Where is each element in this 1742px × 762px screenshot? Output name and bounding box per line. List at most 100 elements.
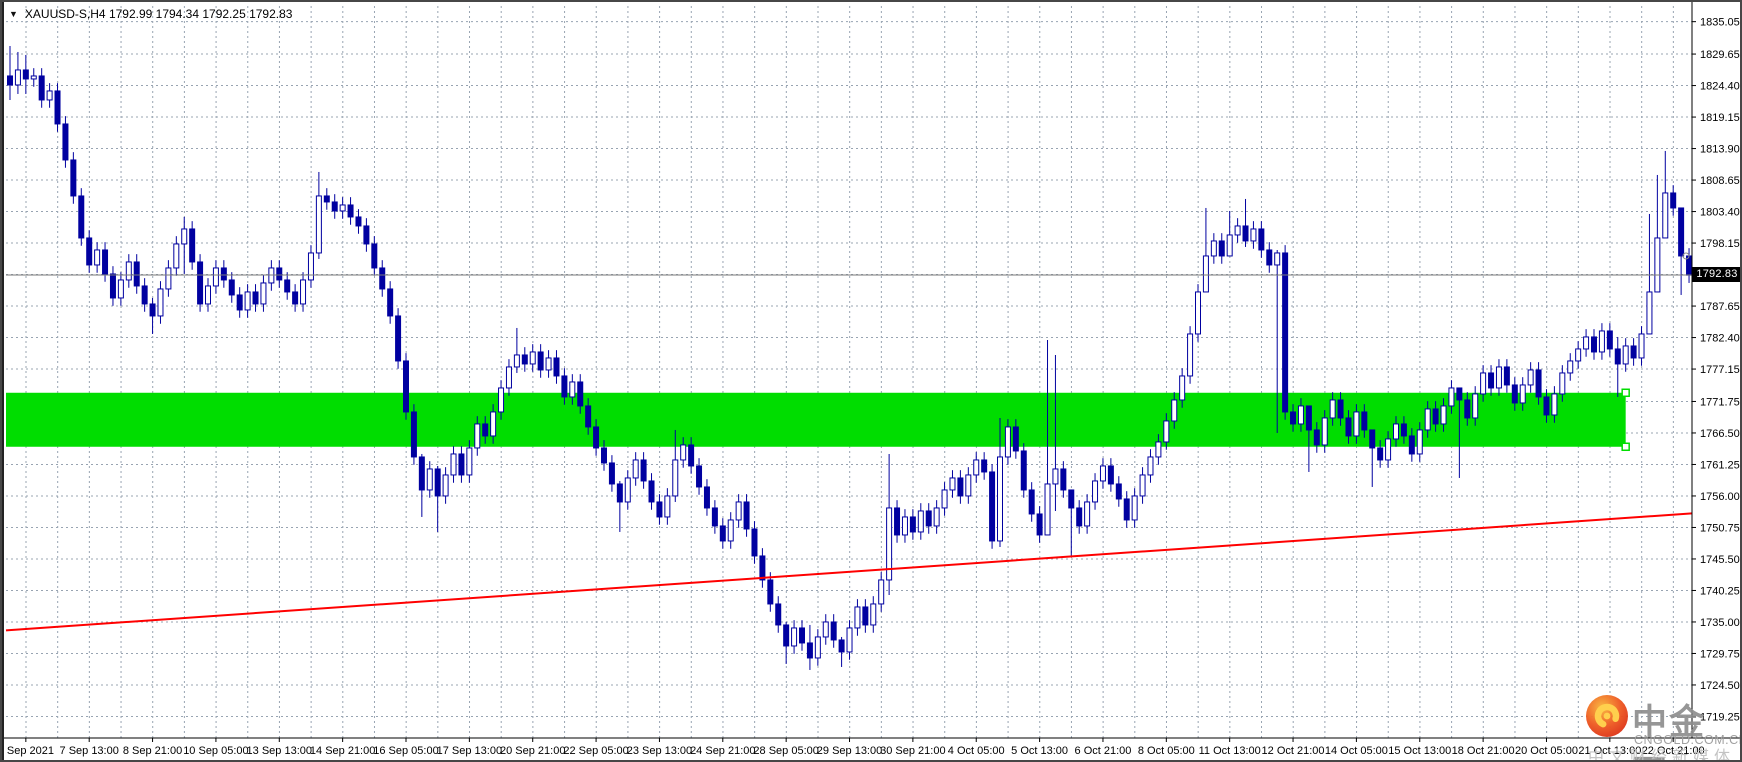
candle-body [173, 243, 180, 269]
candle-body [1591, 336, 1597, 353]
time-axis-label: 28 Sep 05:00 [753, 745, 818, 757]
candle-body [1614, 348, 1621, 365]
candle-body [973, 459, 980, 476]
candle-body [529, 351, 536, 365]
candle-body [1535, 369, 1542, 398]
candle-body [513, 354, 520, 368]
price-axis-label: 1724.50 [1700, 680, 1740, 692]
candle-body [601, 447, 607, 464]
candle-body [410, 411, 417, 458]
candle-body [62, 123, 69, 161]
candle-body [577, 381, 584, 407]
candle-body [7, 75, 13, 86]
candle-body [1242, 225, 1249, 242]
candle-body [1400, 423, 1407, 437]
price-axis-label: 1813.90 [1700, 144, 1740, 156]
candle-body [46, 90, 53, 101]
candle-body [403, 360, 409, 413]
candle-body [925, 510, 932, 527]
candle-body [181, 228, 188, 245]
candle-body [1440, 405, 1447, 425]
candle-body [735, 501, 742, 521]
candle-body [205, 285, 211, 305]
candle-body [474, 423, 481, 449]
time-axis-label: 30 Sep 21:00 [880, 745, 945, 757]
candle-body [1012, 426, 1019, 452]
candle-body [244, 291, 251, 311]
candle-body [323, 195, 330, 203]
current-price-tag: 1792.83 [1692, 267, 1740, 283]
price-axis-label: 1777.15 [1700, 364, 1740, 376]
price-axis-label: 1756.00 [1700, 491, 1740, 503]
candle-body [157, 288, 164, 317]
candle-body [917, 510, 924, 533]
time-axis-label: 10 Sep 05:00 [183, 745, 248, 757]
candle-body [585, 405, 592, 428]
candle-body [141, 285, 148, 305]
candle-body [909, 516, 916, 533]
candle-body [822, 621, 829, 638]
candle-body [426, 468, 433, 491]
candle-body [640, 459, 647, 482]
candle-body [1305, 405, 1312, 431]
candle-body [78, 195, 85, 239]
time-axis-label: 15 Oct 13:00 [1388, 745, 1451, 757]
symbol-dropdown-arrow[interactable]: ▼ [9, 9, 18, 19]
candle-body [220, 267, 227, 281]
price-axis-label: 1729.75 [1700, 648, 1740, 660]
candle-body [1361, 411, 1368, 431]
candlestick-chart-canvas[interactable]: 1835.05 1829.65 1824.40 1819.15 1813.90 1808.… [2, 2, 1742, 762]
candle-body [791, 627, 798, 647]
candle-body [212, 267, 219, 287]
candle-body [331, 201, 338, 212]
candle-body [70, 159, 77, 197]
candle-body [1171, 399, 1178, 422]
candle-body [719, 525, 726, 542]
price-axis-label: 1740.25 [1700, 585, 1740, 597]
candle-body [149, 303, 156, 317]
candle-body [1297, 405, 1304, 425]
candle-body [561, 375, 568, 398]
candle-body [656, 501, 663, 518]
candle-body [1274, 252, 1281, 266]
candle-body [1226, 234, 1233, 257]
candle-body [1028, 489, 1035, 515]
candle-body [458, 453, 465, 476]
candle-body [1179, 375, 1186, 401]
candle-body [901, 516, 908, 536]
candle-body [450, 453, 457, 476]
candle-body [1670, 192, 1677, 209]
candle-body [1488, 372, 1495, 389]
candle-body [878, 579, 885, 605]
trendline[interactable] [5, 512, 1693, 632]
candle-body [569, 381, 576, 398]
price-axis-label: 1771.75 [1700, 396, 1740, 408]
selection-handle[interactable] [1621, 388, 1630, 398]
selection-handle[interactable] [1621, 442, 1630, 452]
support-zone-rectangle[interactable] [6, 392, 1626, 447]
time-axis-label: 6 Sep 2021 [2, 745, 54, 757]
candle-body [339, 204, 346, 212]
candle-body [133, 261, 140, 287]
candle-body [300, 279, 307, 305]
candle-body [830, 621, 837, 641]
candle-body [1519, 384, 1526, 404]
time-axis-label: 18 Oct 21:00 [1452, 745, 1515, 757]
candle-body [688, 444, 695, 467]
time-axis-label: 24 Sep 21:00 [690, 745, 755, 757]
time-axis-label: 11 Oct 13:00 [1199, 745, 1261, 757]
time-axis-label: 23 Sep 13:00 [627, 745, 692, 757]
candle-body [759, 555, 766, 581]
mt4-chart-window: 1835.05 1829.65 1824.40 1819.15 1813.90 1808.… [0, 0, 1742, 762]
candle-body [672, 459, 679, 497]
time-axis-label: 8 Sep 21:00 [123, 745, 182, 757]
candle-body [1107, 465, 1114, 485]
time-axis-label: 29 Sep 13:00 [817, 745, 882, 757]
candle-body [54, 90, 61, 125]
candle-body [1424, 408, 1431, 431]
candle-body [197, 261, 204, 305]
candle-body [1234, 225, 1241, 236]
candle-body [806, 642, 813, 659]
price-axis-label: 1824.40 [1700, 81, 1740, 93]
candle-body [1480, 372, 1487, 395]
